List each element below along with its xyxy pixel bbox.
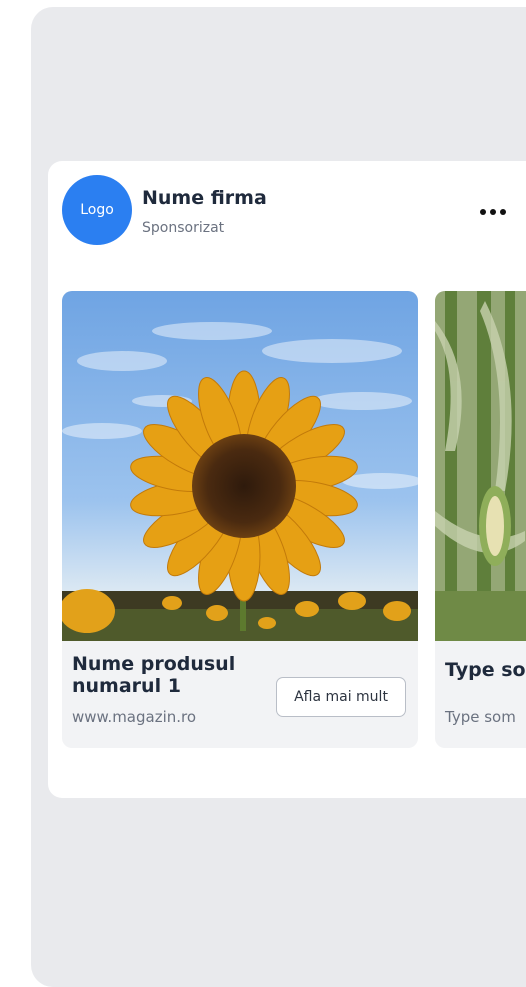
carousel-card[interactable]: Type so Type som	[435, 291, 526, 748]
more-horizontal-icon[interactable]	[480, 207, 514, 217]
product-title[interactable]: Nume produsul numarul 1	[72, 653, 272, 697]
product-url[interactable]: Type som	[445, 708, 516, 726]
product-url[interactable]: www.magazin.ro	[72, 708, 196, 726]
sponsored-label: Sponsorizat	[142, 220, 225, 236]
product-title[interactable]: Type so	[445, 659, 526, 681]
logo-label: Logo	[80, 202, 114, 218]
phone-frame: Logo Nume firma Sponsorizat Nume produsu…	[31, 7, 526, 987]
ad-card: Logo Nume firma Sponsorizat Nume produsu…	[48, 161, 526, 798]
carousel-card[interactable]: Nume produsul numarul 1 www.magazin.ro A…	[62, 291, 418, 748]
brand-name[interactable]: Nume firma	[142, 187, 267, 209]
corn-field-image	[435, 291, 526, 641]
learn-more-button[interactable]: Afla mai mult	[276, 677, 406, 717]
sunflower-image	[62, 291, 418, 641]
brand-logo[interactable]: Logo	[62, 175, 132, 245]
